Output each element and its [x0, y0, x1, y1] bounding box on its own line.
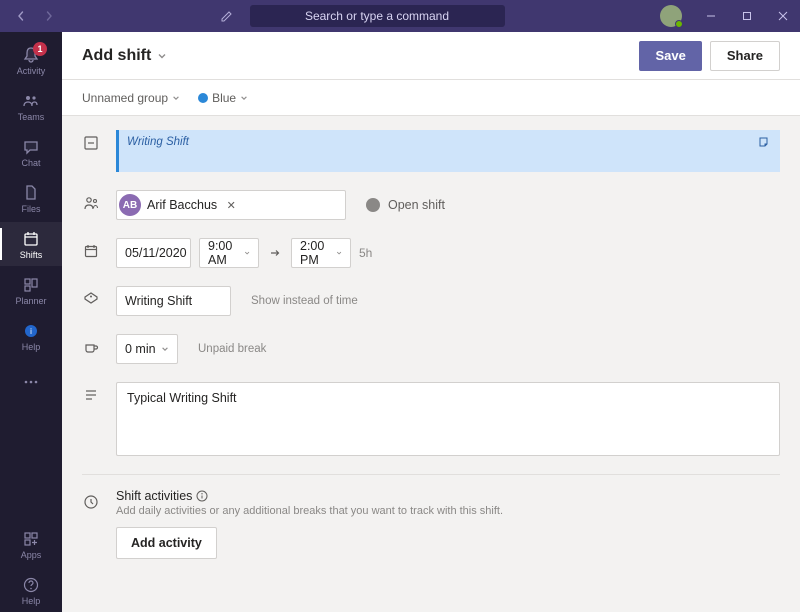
tag-icon — [82, 290, 100, 308]
break-hint: Unpaid break — [198, 343, 266, 355]
group-name: Unnamed group — [82, 91, 168, 105]
page-title-text: Add shift — [82, 47, 151, 65]
compose-icon[interactable] — [216, 5, 238, 27]
break-duration-input[interactable]: 0 min — [116, 334, 178, 364]
info-icon[interactable] — [196, 490, 208, 502]
rail-chat[interactable]: Chat — [0, 130, 62, 174]
rail-label: Help — [22, 342, 41, 352]
help-icon — [21, 575, 41, 595]
rail-label: Planner — [15, 296, 46, 306]
window-minimize[interactable] — [694, 0, 728, 32]
person-chip: AB Arif Bacchus ✕ — [119, 193, 243, 217]
people-icon — [82, 194, 100, 212]
person-avatar: AB — [119, 194, 141, 216]
search-placeholder: Search or type a command — [305, 9, 449, 23]
chevron-down-icon — [157, 51, 167, 61]
rail-label: Activity — [17, 66, 46, 76]
group-dropdown[interactable]: Unnamed group — [82, 91, 180, 105]
window-maximize[interactable] — [730, 0, 764, 32]
notes-input[interactable]: Typical Writing Shift — [116, 382, 780, 456]
rail-apps[interactable]: Apps — [0, 522, 62, 566]
forward-button[interactable] — [36, 5, 62, 27]
radio-off-icon — [366, 198, 380, 212]
form-body: Writing Shift AB Arif Bacch — [62, 116, 800, 612]
custom-label-hint: Show instead of time — [251, 295, 358, 307]
start-time-input[interactable]: 9:00 AM — [199, 238, 259, 268]
window-close[interactable] — [766, 0, 800, 32]
planner-icon — [21, 275, 41, 295]
open-shift-toggle[interactable]: Open shift — [366, 198, 445, 212]
chevron-down-icon — [172, 94, 180, 102]
rail-label: Chat — [21, 158, 40, 168]
calendar-icon — [82, 242, 100, 260]
color-swatch — [198, 93, 208, 103]
preview-label: Writing Shift — [127, 136, 189, 148]
people-picker[interactable]: AB Arif Bacchus ✕ — [116, 190, 346, 220]
svg-text:i: i — [30, 327, 32, 336]
panel-header: Add shift Save Share — [62, 32, 800, 80]
back-button[interactable] — [8, 5, 34, 27]
rail-label: Shifts — [20, 250, 43, 260]
rail-shifts[interactable]: Shifts — [0, 222, 62, 266]
rail-label: Apps — [21, 550, 42, 560]
rail-help-bottom[interactable]: Help — [0, 568, 62, 612]
rail-activity[interactable]: Activity 1 — [0, 38, 62, 82]
rail-label: Help — [22, 596, 41, 606]
person-name: Arif Bacchus — [147, 198, 217, 212]
open-shift-label: Open shift — [388, 198, 445, 212]
apps-icon — [21, 529, 41, 549]
app-rail: Activity 1 Teams Chat Files Shifts — [0, 32, 62, 612]
rail-label: Files — [21, 204, 40, 214]
arrow-right-icon — [267, 247, 283, 259]
presence-indicator — [675, 20, 683, 28]
rail-teams[interactable]: Teams — [0, 84, 62, 128]
activity-badge: 1 — [33, 42, 47, 56]
files-icon — [21, 183, 41, 203]
rail-files[interactable]: Files — [0, 176, 62, 220]
clock-icon — [82, 493, 100, 511]
notes-icon — [82, 386, 100, 404]
help-dot-icon: i — [21, 321, 41, 341]
search-command-box[interactable]: Search or type a command — [250, 5, 505, 27]
rail-planner[interactable]: Planner — [0, 268, 62, 312]
share-button[interactable]: Share — [710, 41, 780, 71]
shift-preview-card: Writing Shift — [116, 130, 780, 172]
activities-subtitle: Add daily activities or any additional b… — [116, 505, 780, 517]
date-input[interactable]: 05/11/2020 — [116, 238, 191, 268]
rail-help[interactable]: i Help — [0, 314, 62, 358]
remove-chip-button[interactable]: ✕ — [223, 197, 239, 213]
custom-label-input[interactable]: Writing Shift — [116, 286, 231, 316]
coffee-icon — [82, 338, 100, 356]
preview-icon — [82, 134, 100, 152]
chevron-down-icon — [240, 94, 248, 102]
teams-icon — [21, 91, 41, 111]
rail-more[interactable] — [0, 360, 62, 404]
chevron-down-icon — [161, 345, 169, 353]
add-activity-button[interactable]: Add activity — [116, 527, 217, 559]
page-title[interactable]: Add shift — [82, 47, 167, 65]
chevron-down-icon — [336, 249, 342, 257]
more-icon — [21, 372, 41, 392]
user-avatar[interactable] — [660, 5, 682, 27]
note-icon — [758, 136, 772, 150]
save-button[interactable]: Save — [639, 41, 701, 71]
content-panel: Add shift Save Share Unnamed group Blue — [62, 32, 800, 612]
sub-header: Unnamed group Blue — [62, 80, 800, 116]
chevron-down-icon — [244, 249, 250, 257]
rail-label: Teams — [18, 112, 45, 122]
shifts-icon — [21, 229, 41, 249]
color-name: Blue — [212, 91, 236, 105]
activities-title: Shift activities — [116, 489, 780, 503]
end-time-input[interactable]: 2:00 PM — [291, 238, 351, 268]
duration-label: 5h — [359, 246, 372, 260]
chat-icon — [21, 137, 41, 157]
title-bar: Search or type a command — [0, 0, 800, 32]
color-dropdown[interactable]: Blue — [198, 91, 248, 105]
